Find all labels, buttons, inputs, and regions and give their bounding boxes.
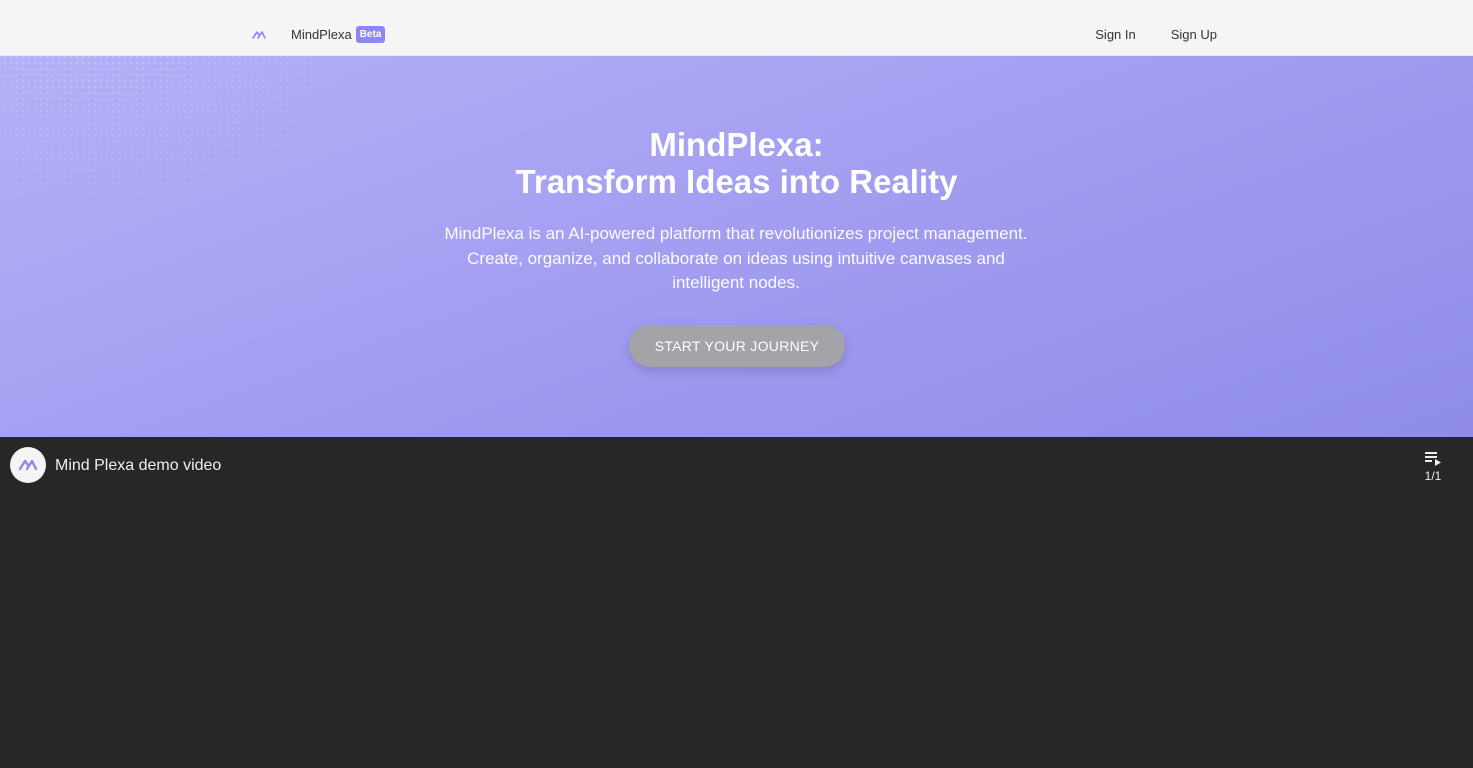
hero-title: MindPlexa: Transform Ideas into Reality — [0, 126, 1473, 200]
sign-in-link[interactable]: Sign In — [1095, 27, 1135, 43]
beta-badge: Beta — [355, 26, 386, 43]
mindplexa-logo-icon — [18, 459, 38, 471]
mindplexa-logo-icon — [252, 30, 266, 39]
playlist-count: 1/1 — [1424, 469, 1442, 483]
start-journey-button[interactable]: START YOUR JOURNEY — [629, 325, 845, 367]
playlist-button[interactable]: 1/1 — [1418, 450, 1448, 490]
auth-links: Sign In Sign Up — [1095, 27, 1217, 43]
playlist-icon — [1425, 452, 1441, 466]
sign-up-link[interactable]: Sign Up — [1171, 27, 1217, 43]
hero-title-line2: Transform Ideas into Reality — [515, 163, 958, 200]
brand-link[interactable]: MindPlexa Beta — [252, 26, 386, 43]
channel-avatar[interactable] — [10, 447, 46, 483]
brand-name: MindPlexa — [291, 26, 352, 42]
hero-description: MindPlexa is an AI-powered platform that… — [444, 224, 1028, 292]
video-title[interactable]: Mind Plexa demo video — [55, 456, 221, 476]
hero-section: MindPlexa: Transform Ideas into Reality … — [0, 56, 1473, 437]
video-embed[interactable]: Mind Plexa demo video 1/1 — [0, 437, 1473, 768]
hero-title-line1: MindPlexa: — [649, 126, 824, 163]
top-navbar: MindPlexa Beta Sign In Sign Up — [0, 0, 1473, 56]
